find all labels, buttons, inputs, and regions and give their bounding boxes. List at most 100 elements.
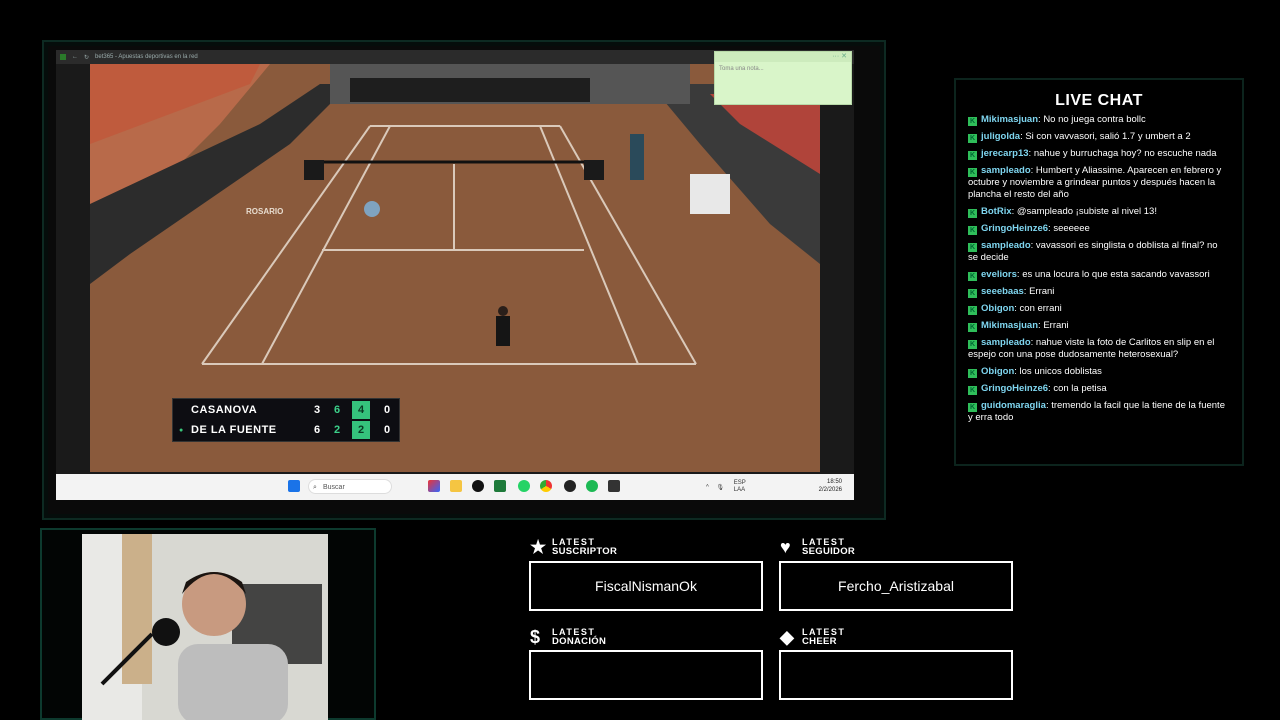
obs-icon[interactable] [564,480,576,492]
chat-username[interactable]: jerecarp13 [981,148,1029,159]
latest-suscriptor-box: FiscalNismanOk [529,561,763,611]
chat-text: No no juega contra bollc [1043,114,1146,125]
heart-icon: ♥ [780,537,791,557]
search-icon: ⌕ [313,484,317,491]
chat-username[interactable]: Mikimasjuan [981,320,1038,331]
chat-message: K GringoHeinze6: con la petisa [968,383,1107,395]
kick-badge-icon: K [968,289,977,298]
taskbar-search-input[interactable]: ⌕ Buscar [308,479,392,494]
site-favicon-icon [60,54,66,60]
latest-cheer-header: ◆ LATEST CHEER [780,627,846,647]
chat-message: Kseeebaas: Errani [968,286,1055,298]
kick-badge-icon: K [968,323,977,332]
latest-seguidor-box: Fercho_Aristizabal [779,561,1013,611]
chat-text: Errani [1029,286,1055,297]
chat-username[interactable]: BotRix [981,206,1012,217]
chat-text: con la petisa [1053,383,1107,394]
chat-username[interactable]: guidomaraglia [981,400,1046,411]
note-input[interactable]: Toma una nota... [715,62,851,76]
kick-badge-icon: K [968,272,977,281]
chat-username[interactable]: sampleado [981,337,1031,348]
set-score: 6 [313,424,321,436]
latest-donacion-box [529,650,763,700]
chat-message: Ksampleado: nahue viste la foto de Carli… [968,337,1215,360]
clock-date: 2/2/2026 [818,487,842,493]
scoreboard: CASANOVA 3 6 4 0 ● DE LA FUENTE 6 2 2 0 [172,398,400,442]
game-score: 0 [383,424,391,436]
set-score: 2 [333,424,341,436]
clock-time: 18:50 [826,479,842,485]
kick-badge-icon: K [968,243,977,252]
kick-badge-icon: K [968,403,977,412]
kick-badge-icon: K [968,134,977,143]
chat-username[interactable]: GringoHeinze6 [981,383,1048,394]
chevron-up-icon[interactable]: ^ [706,485,709,491]
chat-text: los unicos doblistas [1019,366,1102,377]
kick-badge-icon: K [968,386,977,395]
windows-taskbar: ⌕ Buscar ^ 🎙 ESP LAA 18:50 2/2/2026 [56,474,854,500]
kick-badge-icon: K [968,209,977,218]
game-score: 0 [383,404,391,416]
kick-badge-icon: K [968,340,977,349]
bet365-icon[interactable] [494,480,506,492]
chat-message: K GringoHeinze6: seeeeee [968,223,1090,235]
chat-message: K BotRix: @sampleado ¡subiste al nivel 13… [968,206,1157,218]
chat-text: con errani [1019,303,1062,314]
app-icon[interactable] [608,480,620,492]
chat-username[interactable]: Obigon [981,303,1014,314]
chat-text: Si con vavvasori, salió 1.7 y umbert a 2 [1025,131,1191,142]
latest-suscriptor-header: ★ LATEST SUSCRIPTOR [530,537,618,557]
mic-icon[interactable]: 🎙 [717,485,725,491]
chat-text: @sampleado ¡subiste al nivel 13! [1016,206,1157,217]
kick-badge-icon: K [968,369,977,378]
tab-title[interactable]: bet365 - Apuestas deportivas en la red [95,54,198,60]
chat-username[interactable]: eveliors [981,269,1017,280]
chat-text: es una locura lo que esta sacando vavass… [1022,269,1210,280]
latest-donacion-header: $ LATEST DONACIÓN [530,627,607,647]
kick-badge-icon: K [968,226,977,235]
reload-icon[interactable]: ↻ [84,54,89,61]
set-score: 3 [313,404,321,416]
kick-badge-icon: K [968,151,977,160]
taskbar-clock[interactable]: 18:50 2/2/2026 [819,478,842,494]
chat-username[interactable]: sampleado [981,165,1031,176]
language-indicator-sub[interactable]: LAA [734,487,745,493]
diamond-icon: ◆ [780,627,794,647]
chat-username[interactable]: Mikimasjuan [981,114,1038,125]
sticky-note-widget[interactable]: ··· ✕ Toma una nota... [714,51,852,105]
whatsapp-icon[interactable] [518,480,530,492]
chat-username[interactable]: GringoHeinze6 [981,223,1048,234]
player-name: DE LA FUENTE [191,424,277,436]
chat-message: K Obigon: los unicos doblistas [968,366,1102,378]
spotify-icon[interactable] [586,480,598,492]
score-row-player1: CASANOVA 3 6 4 0 [173,400,399,420]
tennis-video[interactable]: ROSARIO CASANOVA 3 6 4 0 ● DE LA FUENTE … [90,64,820,472]
chat-message: K Obigon: con errani [968,303,1062,315]
kick-badge-icon: K [968,306,977,315]
chat-username[interactable]: Obigon [981,366,1014,377]
language-indicator[interactable]: ESP [734,480,746,486]
chat-message-list: K Mikimasjuan: No no juega contra bollc Kj… [968,114,1230,454]
kick-badge-icon: K [968,168,977,177]
chat-title: LIVE CHAT [1055,92,1143,109]
system-tray[interactable]: ^ 🎙 ESP LAA [706,480,746,494]
start-icon[interactable] [288,480,300,492]
latest-cheer-box [779,650,1013,700]
latest-seguidor-header: ♥ LATEST SEGUIDOR [780,537,856,557]
chrome-icon[interactable] [540,480,552,492]
chat-message: Kguidomaraglia: tremendo la facil que la… [968,400,1225,423]
chat-message: K Mikimasjuan: Errani [968,320,1069,332]
note-controls[interactable]: ··· ✕ [715,52,851,62]
chat-username[interactable]: juligolda [981,131,1020,142]
chat-username[interactable]: seeebaas [981,286,1024,297]
chat-username[interactable]: sampleado [981,240,1031,251]
folder-icon[interactable] [450,480,462,492]
court-sponsor-text: ROSARIO [246,207,283,216]
chat-message: Ksampleado: Humbert y Aliassime. Aparece… [968,165,1222,200]
webcam-feed [82,534,328,720]
copilot-icon[interactable] [428,480,440,492]
chat-message: Kjuligolda: Si con vavvasori, salió 1.7 … [968,131,1191,143]
tiktok-icon[interactable] [472,480,484,492]
kick-badge-icon: K [968,117,977,126]
back-icon[interactable]: ← [72,54,78,60]
